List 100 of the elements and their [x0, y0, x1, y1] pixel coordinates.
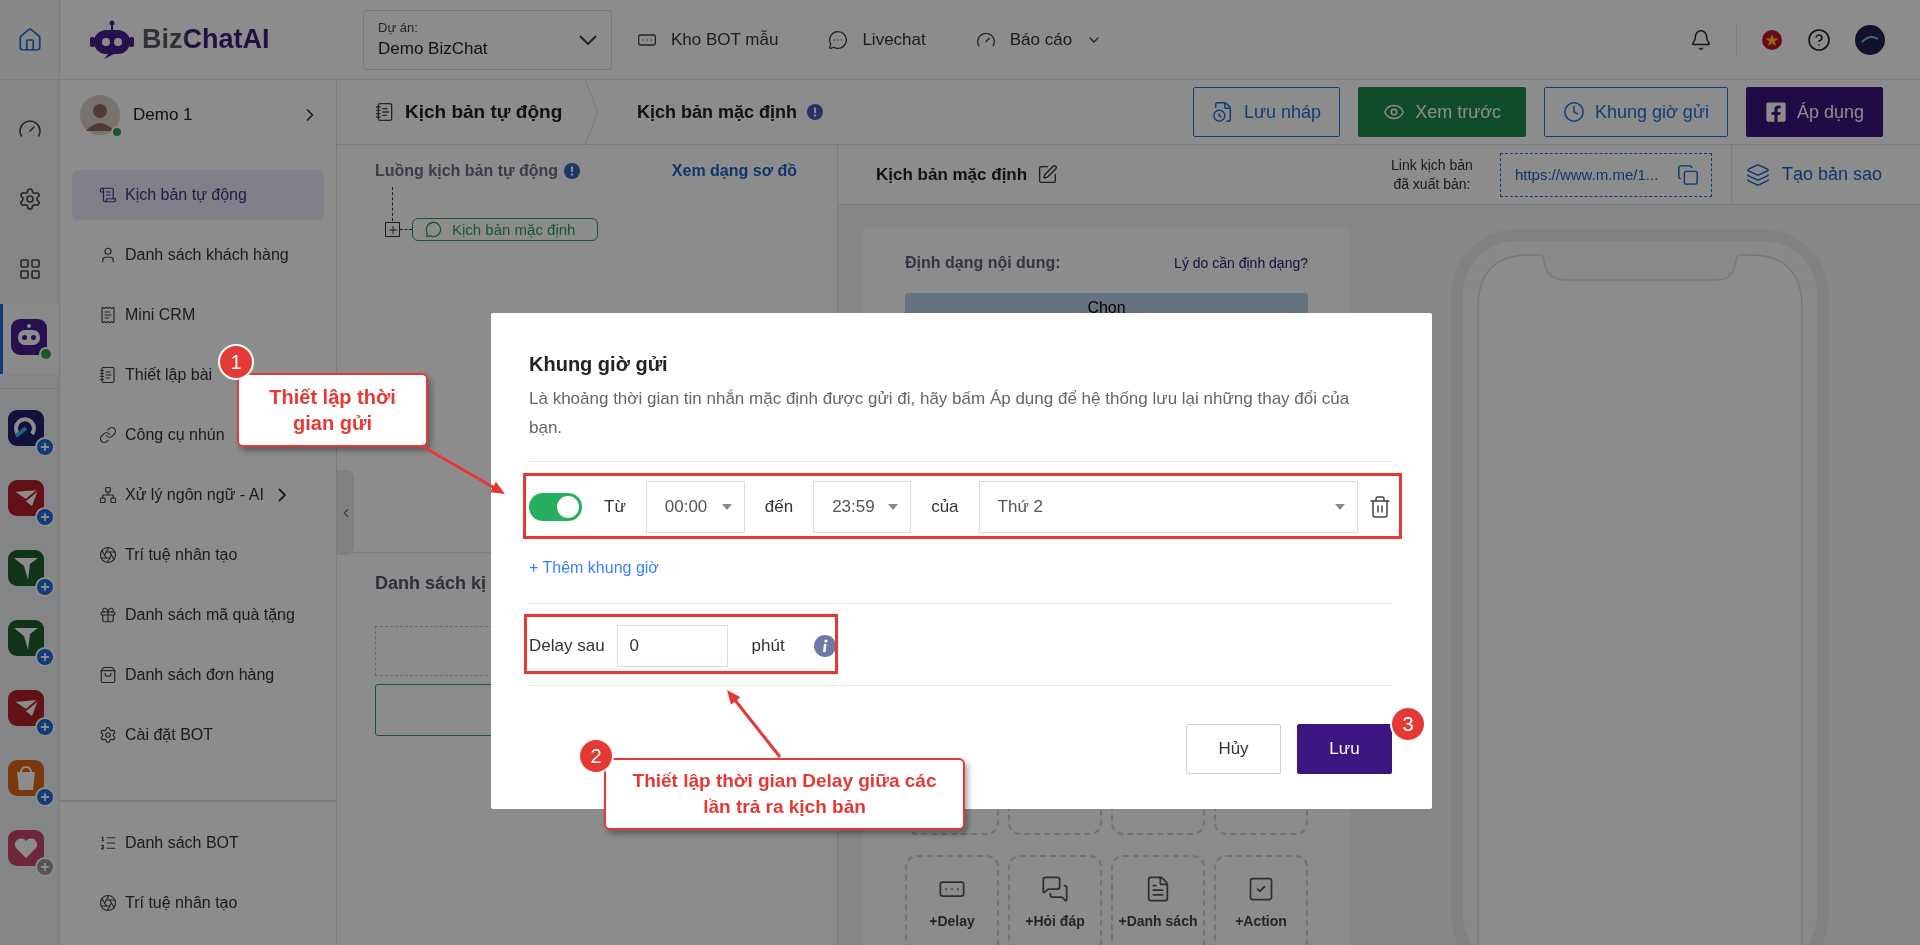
edit-icon[interactable] — [1037, 164, 1059, 185]
field-label: Định dạng nội dung: — [905, 254, 1061, 272]
dialog-description: Là khoảng thời gian tin nhắn mặc định được gửi đi, hãy bấm Áp dụng để hệ thống lưu lại những thay đổi của bạn. — [529, 388, 1351, 439]
breadcrumb-item[interactable]: Kịch bản tự động — [405, 101, 563, 123]
copy-icon — [1676, 163, 1699, 186]
field-label: Dự án: — [378, 20, 419, 35]
network-icon — [99, 486, 117, 504]
notebook-icon — [99, 366, 117, 384]
plus-badge-icon[interactable] — [34, 647, 55, 667]
dialog-title: Khung giờ gửi — [529, 352, 669, 377]
account-avatar-icon[interactable] — [1855, 24, 1885, 55]
add-slot-link[interactable]: + Thêm khung giờ — [529, 558, 659, 578]
plus-badge-icon[interactable] — [34, 787, 55, 807]
nav-link[interactable]: Kho BOT mẫu — [637, 29, 779, 50]
help-icon[interactable] — [1807, 27, 1831, 52]
gift-icon — [99, 606, 117, 624]
menu-item[interactable]: Trí tuệ nhân tạo — [72, 530, 324, 580]
grid-icon — [17, 257, 42, 281]
nav-link[interactable]: Livechat — [828, 29, 926, 50]
bot-app-icon — [9, 317, 53, 361]
bag-icon — [99, 666, 117, 684]
add-block-button[interactable]: +Danh sách — [1111, 855, 1205, 945]
field-label: đến — [764, 497, 794, 517]
layers-icon — [1745, 162, 1770, 187]
robot-logo-icon — [90, 19, 134, 60]
app-icon[interactable] — [7, 830, 44, 866]
trash-icon[interactable] — [1368, 495, 1392, 519]
time-select[interactable]: 23:59 — [813, 481, 912, 533]
plus-icon — [386, 223, 399, 236]
section-title: Luồng kịch bản tự động — [375, 162, 559, 180]
plus-badge-icon[interactable] — [34, 437, 55, 457]
avatar — [80, 95, 120, 135]
bell-icon[interactable] — [1690, 28, 1712, 51]
file-clock-icon — [1212, 101, 1234, 123]
app-icon[interactable] — [7, 480, 44, 516]
field-label: Delay sau — [529, 636, 605, 656]
plus-badge-icon[interactable] — [34, 717, 55, 737]
nav-label: Báo cáo — [1009, 29, 1073, 50]
user-name: Demo 1 — [133, 105, 194, 125]
callout-text: Thiết lập thời gian Delay giữa các lần trả ra kịch bản — [604, 758, 965, 830]
toolbar-button[interactable]: Áp dụng — [1745, 87, 1883, 137]
link-icon — [99, 426, 117, 444]
toolbar-button[interactable]: Xem trước — [1358, 87, 1526, 137]
document-icon — [375, 102, 395, 122]
menu-item[interactable]: Danh sách khách hàng — [72, 230, 324, 280]
clock-icon — [1563, 101, 1585, 123]
plus-badge-icon[interactable] — [34, 577, 55, 597]
home-icon[interactable] — [16, 26, 43, 53]
diagram-view-link[interactable]: Xem dạng sơ đồ — [671, 162, 797, 180]
delay-input[interactable]: 0 — [616, 625, 728, 667]
check-box-icon — [1247, 875, 1275, 903]
menu-item[interactable]: Xử lý ngôn ngữ - AI — [72, 470, 324, 520]
day-select[interactable]: Thứ 2 — [978, 481, 1358, 533]
app-icon[interactable] — [7, 760, 44, 796]
menu-item[interactable]: Kịch bản tự động — [72, 170, 324, 220]
menu-item[interactable]: Mini CRM — [72, 290, 324, 340]
chat-bubble-icon — [425, 221, 442, 238]
toolbar-button[interactable]: Khung giờ gửi — [1544, 87, 1728, 137]
aperture-icon — [99, 546, 117, 564]
nav-label: Livechat — [862, 29, 926, 50]
menu-item[interactable]: Trí tuệ nhân tạo — [72, 878, 324, 928]
link-field[interactable]: https://www.m.me/1... — [1499, 152, 1712, 197]
app-icon[interactable] — [7, 620, 44, 656]
aperture-icon — [99, 894, 117, 912]
toolbar-button[interactable]: Lưu nháp — [1193, 87, 1341, 137]
list-icon — [99, 834, 117, 852]
info-icon — [564, 163, 581, 179]
info-icon[interactable] — [813, 635, 836, 657]
caret-down-icon — [1335, 504, 1345, 510]
app-icon[interactable] — [7, 690, 44, 726]
time-select[interactable]: 00:00 — [645, 481, 745, 533]
help-link[interactable]: Lý do cần định dạng? — [1174, 255, 1308, 271]
settings-icon — [99, 726, 117, 744]
callout-text: Thiết lập thời gian gửi — [237, 373, 428, 447]
project-select[interactable]: Dự án: Demo BizChat — [363, 9, 612, 70]
app-icon[interactable] — [7, 410, 44, 446]
chat-pair-icon — [1041, 875, 1069, 903]
plus-badge-icon[interactable] — [34, 507, 55, 527]
menu-item[interactable]: Danh sách BOT — [72, 818, 324, 868]
caret-down-icon — [888, 504, 899, 510]
collapse-handle[interactable] — [337, 470, 354, 555]
app-icon[interactable] — [7, 550, 44, 586]
flow-node[interactable]: Kịch bản mặc định — [412, 218, 599, 241]
menu-item[interactable]: Cài đặt BOT — [72, 710, 324, 760]
receipt-icon — [99, 306, 117, 324]
add-block-button[interactable]: +Delay — [905, 855, 999, 945]
chevron-right-icon — [277, 488, 286, 502]
add-block-button[interactable]: +Hỏi đáp — [1008, 855, 1102, 945]
breadcrumb-item: Kịch bản mặc định — [637, 101, 798, 123]
menu-item[interactable]: Danh sách đơn hàng — [72, 650, 324, 700]
menu-item[interactable]: Danh sách mã quà tặng — [72, 590, 324, 640]
flag-icon[interactable] — [1761, 28, 1783, 51]
dialog-button[interactable]: Hủy — [1186, 724, 1281, 774]
user-icon — [99, 246, 117, 264]
toggle-switch[interactable] — [529, 493, 582, 521]
plus-badge-icon[interactable] — [34, 857, 55, 877]
nav-link[interactable]: Báo cáo — [975, 29, 1103, 50]
add-block-button[interactable]: +Action — [1214, 855, 1308, 945]
pointer-arrow — [727, 690, 782, 758]
dialog-button[interactable]: Lưu — [1297, 724, 1392, 774]
